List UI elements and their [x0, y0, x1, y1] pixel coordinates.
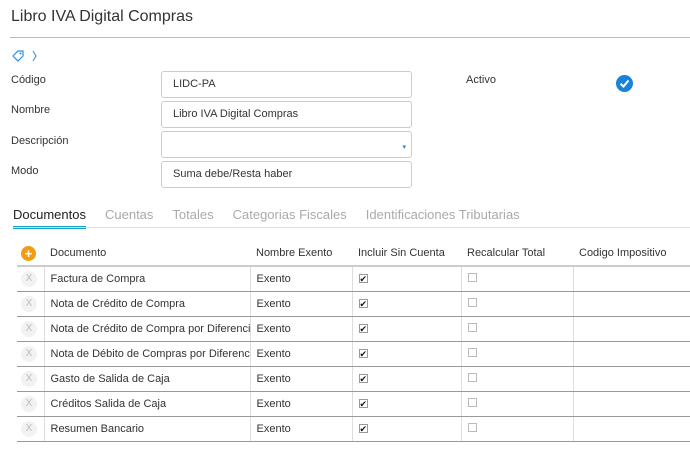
modo-input[interactable]: Suma debe/Resta haber [161, 161, 412, 188]
exento-cell[interactable]: Exento [250, 266, 352, 291]
exento-cell[interactable]: Exento [250, 416, 352, 441]
documentos-table: + Documento Nombre Exento Incluir Sin Cu… [17, 241, 690, 442]
incluir-checkbox[interactable]: ✔ [359, 349, 368, 358]
divider [13, 227, 690, 228]
codigo-impositivo-cell[interactable] [573, 316, 690, 341]
recalcular-checkbox[interactable] [468, 323, 477, 332]
exento-cell[interactable]: Exento [250, 291, 352, 316]
tab-cuentas[interactable]: Cuentas [105, 207, 153, 229]
exento-cell[interactable]: Exento [250, 391, 352, 416]
documento-cell[interactable]: Nota de Débito de Compras por Diferencia… [44, 341, 250, 366]
exento-cell[interactable]: Exento [250, 366, 352, 391]
nombre-input[interactable]: Libro IVA Digital Compras [161, 101, 412, 128]
tab-totales[interactable]: Totales [172, 207, 213, 229]
delete-row-icon[interactable]: X [21, 296, 37, 312]
table-row: X Nota de Crédito de Compra por Diferenc… [17, 316, 690, 341]
exento-cell[interactable]: Exento [250, 316, 352, 341]
table-row: X Nota de Débito de Compras por Diferenc… [17, 341, 690, 366]
recalcular-checkbox[interactable] [468, 348, 477, 357]
delete-row-icon[interactable]: X [21, 346, 37, 362]
incluir-checkbox[interactable]: ✔ [359, 299, 368, 308]
table-row: X Resumen Bancario Exento ✔ [17, 416, 690, 441]
tag-icon[interactable] [11, 49, 39, 63]
documento-cell[interactable]: Créditos Salida de Caja [44, 391, 250, 416]
exento-cell[interactable]: Exento [250, 341, 352, 366]
incluir-checkbox[interactable]: ✔ [359, 324, 368, 333]
col-header: Nombre Exento [250, 241, 352, 266]
recalcular-checkbox[interactable] [468, 298, 477, 307]
descripcion-label: Descripción [11, 135, 68, 147]
documento-cell[interactable]: Nota de Crédito de Compra por Diferencia… [44, 316, 250, 341]
divider [10, 37, 690, 38]
recalcular-checkbox[interactable] [468, 373, 477, 382]
tab-identificaciones-tributarias[interactable]: Identificaciones Tributarias [366, 207, 520, 229]
incluir-checkbox[interactable]: ✔ [359, 424, 368, 433]
codigo-input[interactable]: LIDC-PA [161, 71, 412, 98]
incluir-checkbox[interactable]: ✔ [359, 374, 368, 383]
delete-row-icon[interactable]: X [21, 321, 37, 337]
tab-categorias-fiscales[interactable]: Categorias Fiscales [233, 207, 347, 229]
codigo-impositivo-cell[interactable] [573, 391, 690, 416]
table-row: X Nota de Crédito de Compra Exento ✔ [17, 291, 690, 316]
activo-label: Activo [466, 74, 496, 86]
documento-cell[interactable]: Factura de Compra [44, 266, 250, 291]
recalcular-checkbox[interactable] [468, 398, 477, 407]
add-row-button[interactable]: + [21, 246, 36, 261]
activo-checkbox[interactable] [616, 75, 633, 92]
codigo-label: Código [11, 74, 46, 86]
documento-cell[interactable]: Nota de Crédito de Compra [44, 291, 250, 316]
codigo-impositivo-cell[interactable] [573, 416, 690, 441]
delete-row-icon[interactable]: X [21, 396, 37, 412]
table-row: X Factura de Compra Exento ✔ [17, 266, 690, 291]
page-title: Libro IVA Digital Compras [11, 8, 193, 26]
delete-row-icon[interactable]: X [21, 271, 37, 287]
nombre-label: Nombre [11, 104, 50, 116]
col-header: Recalcular Total [461, 241, 573, 266]
col-header: Codigo Impositivo [573, 241, 690, 266]
tab-documentos[interactable]: Documentos [13, 207, 86, 229]
codigo-impositivo-cell[interactable] [573, 341, 690, 366]
incluir-checkbox[interactable]: ✔ [359, 274, 368, 283]
descripcion-select[interactable]: ▾ [161, 131, 412, 158]
codigo-impositivo-cell[interactable] [573, 291, 690, 316]
tab-bar: Documentos Cuentas Totales Categorias Fi… [13, 207, 520, 229]
delete-row-icon[interactable]: X [21, 371, 37, 387]
codigo-impositivo-cell[interactable] [573, 266, 690, 291]
chevron-down-icon: ▾ [402, 135, 406, 160]
table-row: X Créditos Salida de Caja Exento ✔ [17, 391, 690, 416]
recalcular-checkbox[interactable] [468, 423, 477, 432]
documento-cell[interactable]: Gasto de Salida de Caja [44, 366, 250, 391]
incluir-checkbox[interactable]: ✔ [359, 399, 368, 408]
col-header: Documento [44, 241, 250, 266]
recalcular-checkbox[interactable] [468, 273, 477, 282]
documento-cell[interactable]: Resumen Bancario [44, 416, 250, 441]
codigo-impositivo-cell[interactable] [573, 366, 690, 391]
table-row: X Gasto de Salida de Caja Exento ✔ [17, 366, 690, 391]
modo-label: Modo [11, 165, 39, 177]
delete-row-icon[interactable]: X [21, 421, 37, 437]
col-header: Incluir Sin Cuenta [352, 241, 461, 266]
